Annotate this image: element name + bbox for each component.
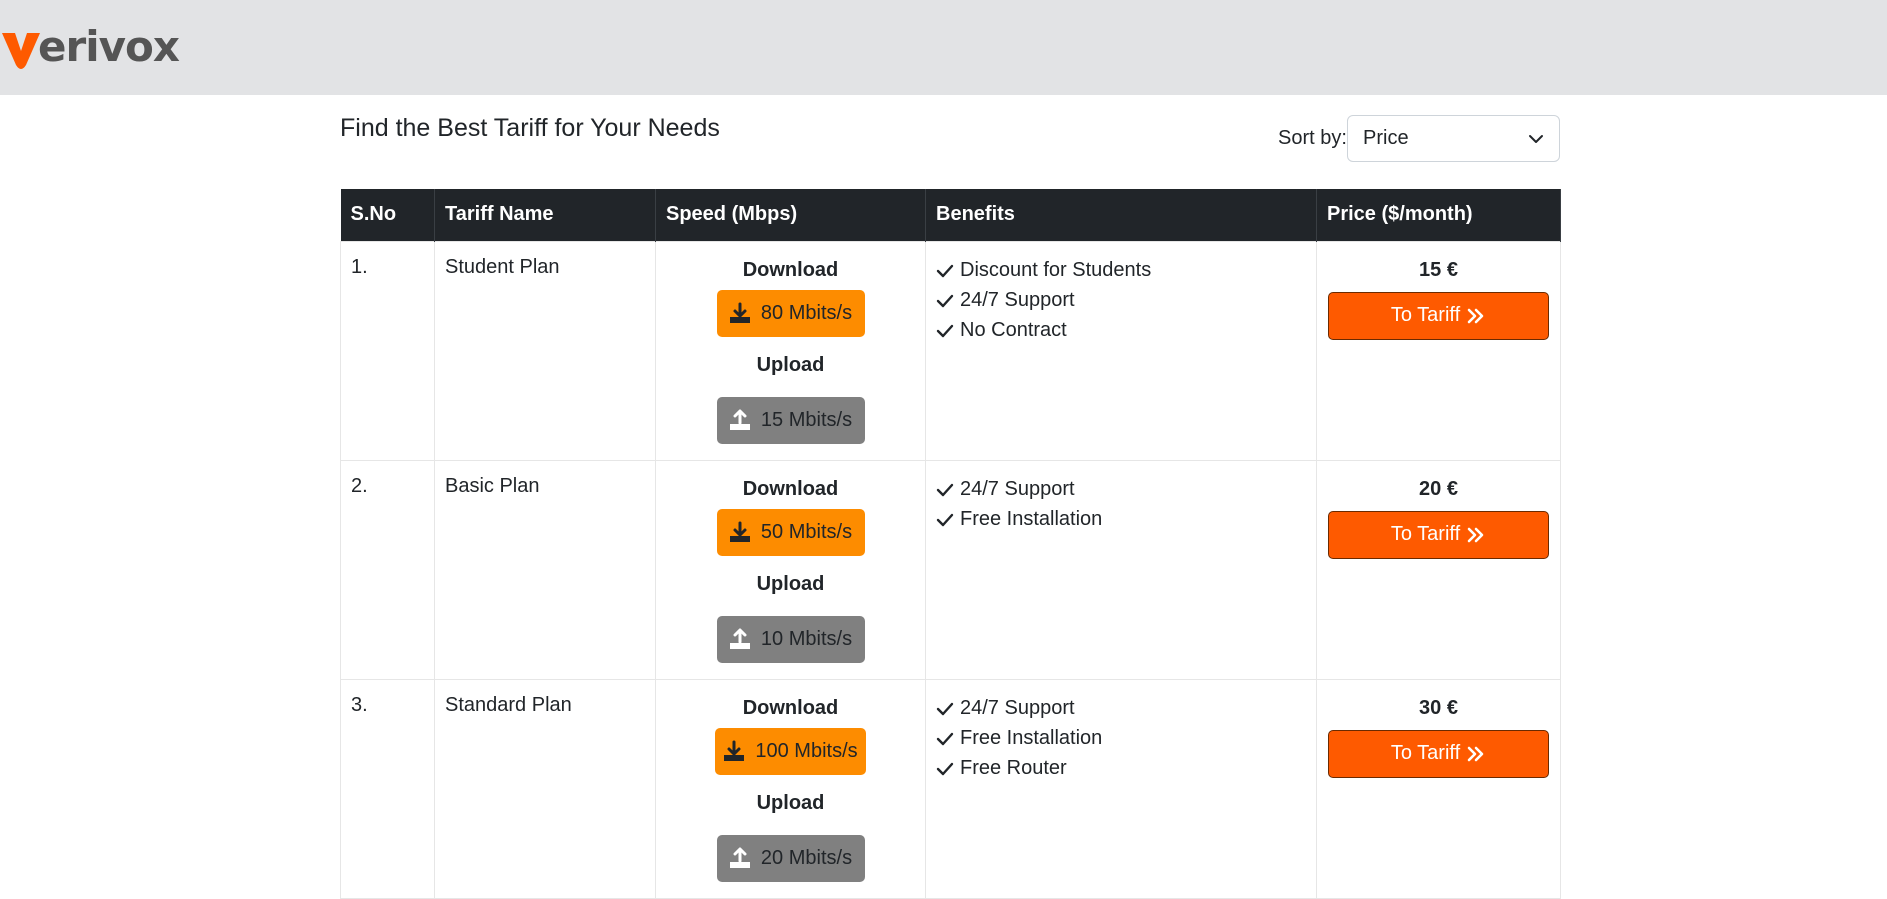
check-icon	[936, 732, 954, 745]
header-sno: S.No	[340, 189, 435, 241]
header-speed: Speed (Mbps)	[655, 189, 926, 241]
sort-label: Sort by:	[1278, 127, 1347, 149]
row-price: 15 € To Tariff	[1316, 240, 1561, 461]
check-icon	[936, 513, 954, 526]
upload-speed-badge: 20 Mbits/s	[716, 834, 865, 882]
check-icon	[936, 702, 954, 715]
benefit-text: Free Installation	[960, 508, 1103, 530]
upload-speed: 10 Mbits/s	[760, 627, 853, 650]
benefit-text: Free Installation	[960, 727, 1103, 749]
verivox-v-logo-icon	[2, 33, 40, 69]
download-speed-badge: 50 Mbits/s	[716, 508, 865, 556]
download-speed: 80 Mbits/s	[760, 301, 853, 324]
benefit-item: 24/7 Support	[936, 286, 1306, 316]
to-tariff-label: To Tariff	[1390, 742, 1461, 764]
to-tariff-label: To Tariff	[1390, 523, 1461, 545]
row-tariff-name: Student Plan	[434, 240, 656, 461]
upload-icon	[729, 847, 750, 868]
benefit-text: Free Router	[960, 757, 1067, 779]
download-icon	[729, 521, 750, 542]
sort-select[interactable]: Price	[1347, 115, 1560, 162]
benefit-item: Discount for Students	[936, 256, 1306, 286]
upload-icon	[729, 628, 750, 649]
benefit-text: Discount for Students	[960, 259, 1152, 281]
download-icon	[724, 740, 745, 761]
page-title: Find the Best Tariff for Your Needs	[340, 114, 720, 142]
check-icon	[936, 324, 954, 337]
upload-speed: 20 Mbits/s	[760, 846, 853, 869]
header-benefits: Benefits	[925, 189, 1317, 241]
double-chevron-right-icon	[1467, 308, 1484, 323]
row-sno: 2.	[340, 459, 435, 680]
check-icon	[936, 264, 954, 277]
chevron-down-icon	[1529, 135, 1543, 143]
benefit-text: 24/7 Support	[960, 289, 1075, 311]
top-bar: erivox	[0, 0, 1887, 95]
download-icon	[729, 302, 750, 323]
upload-speed-badge: 10 Mbits/s	[716, 615, 865, 663]
double-chevron-right-icon	[1467, 527, 1484, 542]
to-tariff-button[interactable]: To Tariff	[1328, 510, 1549, 559]
row-benefits: 24/7 Support Free Installation Free Rout…	[925, 678, 1317, 899]
row-tariff-name: Standard Plan	[434, 678, 656, 899]
table-row: 3. Standard Plan Download 100 Mbits/s Up…	[340, 678, 1561, 899]
check-icon	[936, 483, 954, 496]
download-speed-badge: 80 Mbits/s	[716, 289, 865, 337]
table-row: 2. Basic Plan Download 50 Mbits/s Upload	[340, 459, 1561, 680]
download-label: Download	[742, 477, 839, 500]
upload-icon	[729, 409, 750, 430]
table-header-row: S.No Tariff Name Speed (Mbps) Benefits P…	[340, 189, 1561, 241]
to-tariff-button[interactable]: To Tariff	[1328, 291, 1549, 340]
benefit-item: No Contract	[936, 316, 1306, 346]
benefit-text: 24/7 Support	[960, 697, 1075, 719]
row-price: 20 € To Tariff	[1316, 459, 1561, 680]
upload-speed: 15 Mbits/s	[760, 408, 853, 431]
benefit-text: No Contract	[960, 319, 1067, 341]
price-value: 20 €	[1419, 477, 1458, 500]
row-benefits: Discount for Students 24/7 Support No Co…	[925, 240, 1317, 461]
download-speed: 50 Mbits/s	[760, 520, 853, 543]
row-sno: 1.	[340, 240, 435, 461]
price-value: 30 €	[1419, 696, 1458, 719]
tariff-table: S.No Tariff Name Speed (Mbps) Benefits P…	[340, 189, 1561, 899]
upload-label: Upload	[756, 791, 825, 814]
check-icon	[936, 294, 954, 307]
check-icon	[936, 762, 954, 775]
row-speed: Download 100 Mbits/s Upload 20 Mbits/s	[655, 678, 926, 899]
benefit-item: 24/7 Support	[936, 475, 1306, 505]
to-tariff-button[interactable]: To Tariff	[1328, 729, 1549, 778]
benefit-text: 24/7 Support	[960, 478, 1075, 500]
header-tariff-name: Tariff Name	[434, 189, 656, 241]
download-speed: 100 Mbits/s	[755, 739, 858, 762]
price-value: 15 €	[1419, 258, 1458, 281]
sort-selected-value: Price	[1363, 127, 1409, 149]
verivox-logo[interactable]: erivox	[0, 22, 180, 72]
benefit-item: 24/7 Support	[936, 694, 1306, 724]
row-speed: Download 80 Mbits/s Upload 15 Mbits/s	[655, 240, 926, 461]
benefit-item: Free Router	[936, 754, 1306, 784]
header-price: Price ($/month)	[1316, 189, 1561, 241]
upload-speed-badge: 15 Mbits/s	[716, 396, 865, 444]
download-label: Download	[742, 258, 839, 281]
row-tariff-name: Basic Plan	[434, 459, 656, 680]
upload-label: Upload	[756, 572, 825, 595]
download-speed-badge: 100 Mbits/s	[715, 727, 866, 775]
table-row: 1. Student Plan Download 80 Mbits/s Uplo…	[340, 240, 1561, 461]
logo-text: erivox	[38, 22, 180, 71]
row-sno: 3.	[340, 678, 435, 899]
double-chevron-right-icon	[1467, 746, 1484, 761]
benefit-item: Free Installation	[936, 505, 1306, 535]
benefit-item: Free Installation	[936, 724, 1306, 754]
row-benefits: 24/7 Support Free Installation	[925, 459, 1317, 680]
row-speed: Download 50 Mbits/s Upload 10 Mbits/s	[655, 459, 926, 680]
to-tariff-label: To Tariff	[1390, 304, 1461, 326]
row-price: 30 € To Tariff	[1316, 678, 1561, 899]
upload-label: Upload	[756, 353, 825, 376]
download-label: Download	[742, 696, 839, 719]
